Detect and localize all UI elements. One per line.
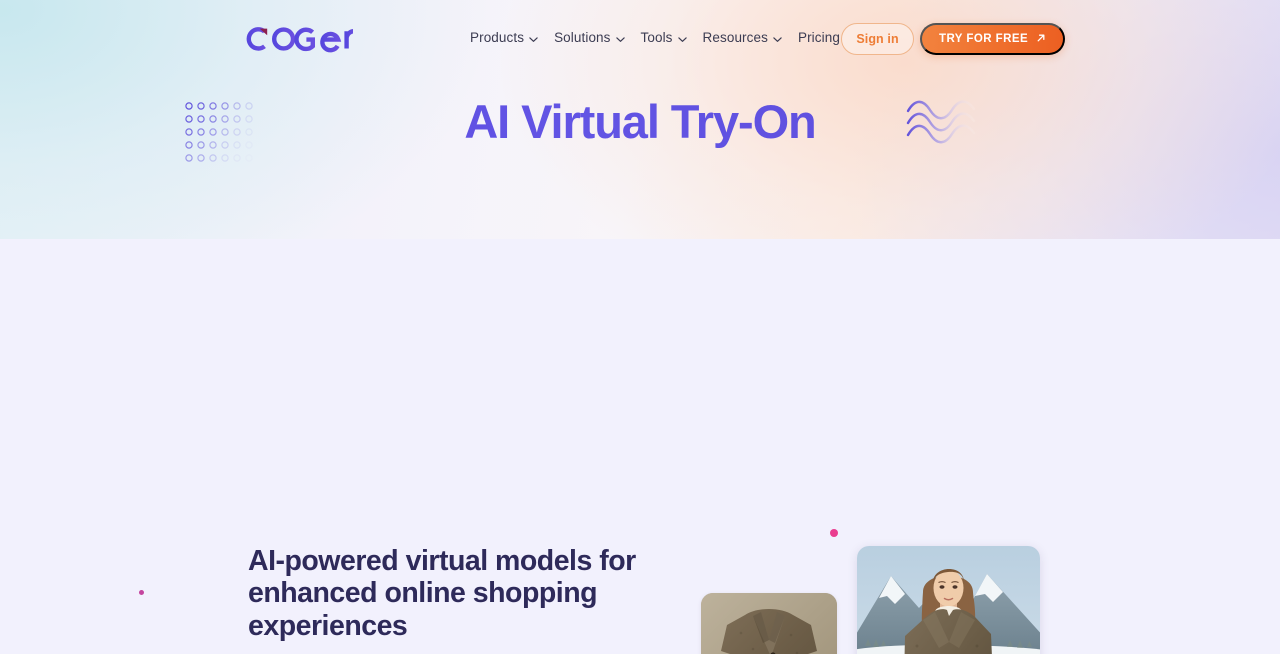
flat-lay-cardigan-image[interactable] bbox=[701, 593, 837, 654]
nav-item-label: Resources bbox=[702, 30, 768, 45]
nav-item-label: Tools bbox=[640, 30, 673, 45]
top-navigation-bar: Products Solutions Tools Resources Prici… bbox=[0, 0, 1280, 78]
nav-item-products[interactable]: Products bbox=[470, 30, 554, 45]
nav-item-tools[interactable]: Tools bbox=[641, 30, 703, 45]
model-snow-cardigan-image[interactable] bbox=[857, 546, 1040, 654]
nav-item-label: Products bbox=[470, 30, 525, 45]
main-content-section: AI-powered virtual models for enhanced o… bbox=[0, 239, 1280, 654]
nav-item-resources[interactable]: Resources bbox=[703, 30, 798, 45]
try-for-free-label: TRY FOR FREE bbox=[939, 33, 1029, 45]
hero-section: Products Solutions Tools Resources Prici… bbox=[0, 0, 1280, 239]
try-for-free-button[interactable]: TRY FOR FREE bbox=[920, 23, 1066, 55]
nav-item-label: Pricing bbox=[797, 30, 840, 45]
flat-lay-cardigan-illustration bbox=[701, 593, 837, 654]
nav-item-label: Solutions bbox=[554, 30, 611, 45]
deco-dot-pink-left bbox=[139, 590, 144, 595]
brand-logo[interactable] bbox=[245, 20, 355, 56]
chevron-down-icon bbox=[773, 32, 782, 42]
nav-links: Products Solutions Tools Resources Prici… bbox=[470, 30, 856, 45]
chevron-down-icon bbox=[529, 32, 538, 42]
section-heading: AI-powered virtual models for enhanced o… bbox=[248, 545, 636, 642]
deco-dot-pink-top bbox=[830, 529, 838, 537]
sign-in-button[interactable]: Sign in bbox=[841, 23, 914, 55]
wave-lines-decoration-icon bbox=[906, 97, 982, 150]
arrow-up-right-icon bbox=[1036, 33, 1046, 45]
snow-model-illustration bbox=[857, 546, 1040, 654]
chevron-down-icon bbox=[615, 32, 625, 42]
chevron-down-icon bbox=[677, 32, 687, 42]
nav-item-solutions[interactable]: Solutions bbox=[554, 30, 640, 45]
feature-copy-block: AI-powered virtual models for enhanced o… bbox=[248, 545, 640, 654]
aogen-logo-icon bbox=[246, 27, 355, 53]
dot-grid-decoration-icon bbox=[184, 101, 256, 170]
